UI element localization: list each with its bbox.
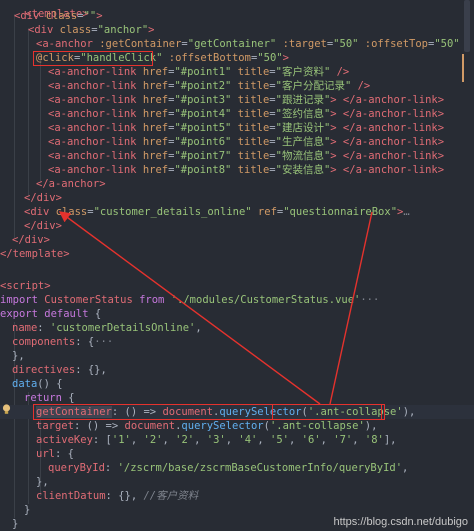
code-editor[interactable]: <template> <div class=""> <div class="an… bbox=[0, 0, 474, 531]
annotation-arrows bbox=[58, 211, 373, 405]
watermark: https://blog.csdn.net/dubigo bbox=[333, 516, 468, 528]
arrow-line bbox=[329, 211, 373, 405]
arrow-to-container-div bbox=[58, 211, 321, 405]
